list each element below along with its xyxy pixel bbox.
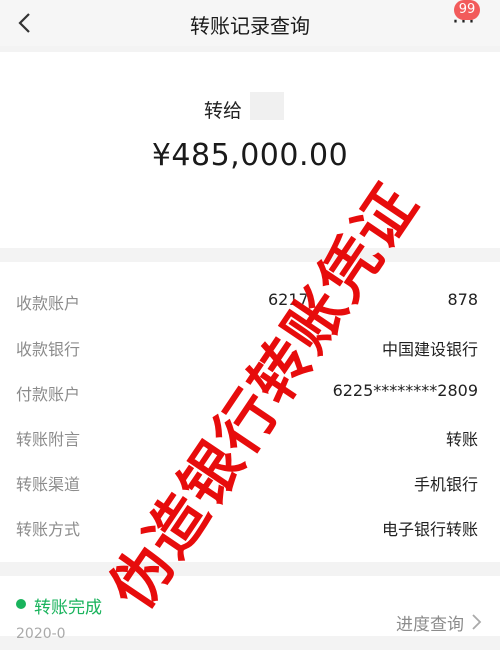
detail-value: 中国建设银行 (381, 340, 478, 359)
chevron-right-icon[interactable] (470, 613, 482, 631)
detail-row-method: 转账方式 电子银行转账 (0, 510, 500, 540)
detail-key: 收款账户 (16, 294, 81, 313)
status-success-dot-icon (16, 599, 26, 609)
detail-key: 付款账户 (16, 385, 81, 404)
status-date: 2020-0 (16, 626, 66, 642)
nav-bar: 转账记录查询 ··· 99 (0, 0, 500, 46)
detail-key: 转账附言 (16, 430, 81, 449)
detail-value: 6225********2809 (332, 381, 478, 400)
detail-row-payee-account: 收款账户 6217 878 (0, 284, 500, 314)
page-title: 转账记录查询 (190, 14, 310, 38)
notification-badge: 99 (454, 0, 480, 20)
progress-query-link[interactable]: 进度查询 (396, 610, 464, 635)
recipient-label: 转给 (204, 100, 243, 122)
detail-value-end: 878 (447, 290, 478, 309)
detail-key: 转账渠道 (16, 475, 81, 494)
detail-key: 收款银行 (16, 340, 81, 359)
detail-value: 转账 (445, 430, 478, 449)
detail-key: 转账方式 (16, 520, 81, 539)
detail-value: 手机银行 (413, 475, 478, 494)
detail-value: 电子银行转账 (381, 520, 478, 539)
recipient-name-redacted (250, 92, 284, 120)
